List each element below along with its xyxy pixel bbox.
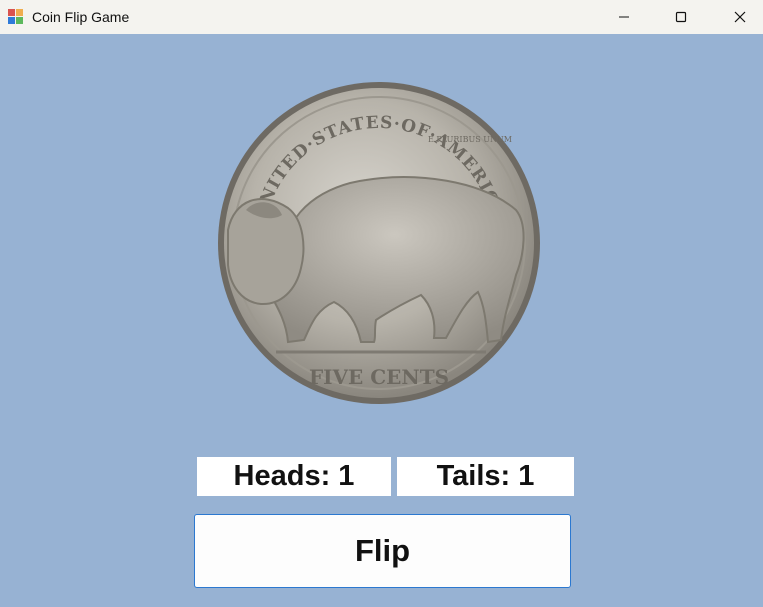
title-bar[interactable]: Coin Flip Game [0, 0, 763, 34]
window-title: Coin Flip Game [32, 9, 130, 25]
maximize-icon [675, 11, 687, 23]
minimize-button[interactable] [601, 0, 647, 34]
heads-counter: Heads: 1 [197, 457, 391, 496]
app-icon [8, 9, 24, 25]
close-icon [734, 11, 746, 23]
flip-button[interactable]: Flip [194, 514, 571, 588]
minimize-icon [619, 16, 629, 18]
buffalo-nickel-tails-image: UNITED·STATES·OF·AMERICA E PLURIBUS UNUM… [218, 82, 540, 404]
tails-counter: Tails: 1 [397, 457, 574, 496]
close-button[interactable] [717, 0, 763, 34]
svg-text:E PLURIBUS UNUM: E PLURIBUS UNUM [428, 135, 512, 144]
maximize-button[interactable] [658, 0, 704, 34]
svg-text:FIVE CENTS: FIVE CENTS [309, 365, 449, 389]
